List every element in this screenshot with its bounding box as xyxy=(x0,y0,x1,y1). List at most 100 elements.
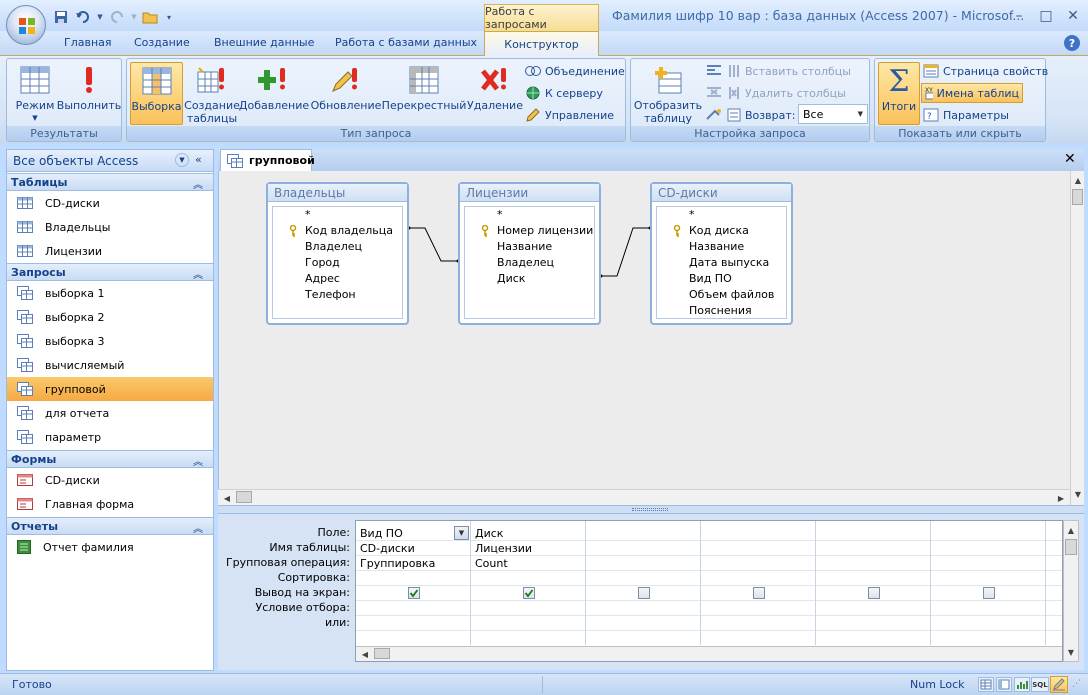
nav-item-report[interactable]: Отчет фамилия xyxy=(7,535,213,559)
field-key[interactable]: Код владельца xyxy=(273,223,402,239)
scroll-thumb[interactable] xyxy=(374,648,390,659)
insert-columns-button[interactable]: Вставить столбцы xyxy=(727,61,851,81)
table-box-owners[interactable]: Владельцы * Код владельца Владелец Город… xyxy=(266,182,409,325)
scroll-left-icon[interactable]: ◀ xyxy=(220,491,234,505)
nav-section-tables[interactable]: Таблицы ︽ xyxy=(7,173,213,191)
grid-table-cell[interactable]: Лицензии xyxy=(471,541,532,556)
nav-item-query[interactable]: параметр xyxy=(7,425,213,449)
pivot-table-icon[interactable] xyxy=(996,677,1012,692)
open-folder-icon[interactable] xyxy=(142,8,160,26)
nav-item-form-main[interactable]: Главная форма xyxy=(7,492,213,516)
nav-menu-dropdown-icon[interactable]: ▼ xyxy=(175,153,189,167)
grid-column[interactable] xyxy=(586,521,701,645)
nav-section-reports[interactable]: Отчеты ︽ xyxy=(7,517,213,535)
office-button[interactable] xyxy=(6,5,46,45)
union-query-button[interactable]: Объединение xyxy=(525,61,625,81)
property-sheet-button[interactable]: Страница свойств xyxy=(923,61,1048,81)
undo-icon[interactable] xyxy=(74,8,92,26)
make-table-button[interactable]: Создание таблицы xyxy=(184,62,240,125)
undo-dropdown-icon[interactable]: ▼ xyxy=(96,8,104,26)
run-button[interactable]: Выполнить xyxy=(57,62,121,112)
redo-icon[interactable] xyxy=(108,8,126,26)
field-all[interactable]: * xyxy=(273,207,402,223)
crosstab-query-button[interactable]: Перекрестный xyxy=(382,62,466,112)
totals-button[interactable]: Σ Итоги xyxy=(878,62,920,125)
redo-dropdown-icon[interactable]: ▼ xyxy=(130,8,138,26)
field[interactable]: Название xyxy=(465,239,594,255)
grid-column[interactable] xyxy=(816,521,931,645)
delete-query-button[interactable]: Удаление xyxy=(467,62,523,112)
field[interactable]: Адрес xyxy=(273,271,402,287)
show-checkbox[interactable] xyxy=(753,587,765,599)
field[interactable]: Дата выпуска xyxy=(657,255,786,271)
table-box-cd-disks[interactable]: CD-диски * Код диска Название Дата выпус… xyxy=(650,182,793,325)
nav-item-table-cd[interactable]: CD-диски xyxy=(7,191,213,215)
designer-horizontal-scrollbar[interactable]: ◀ ▶ xyxy=(218,489,1070,505)
nav-section-forms[interactable]: Формы ︽ xyxy=(7,450,213,468)
nav-item-query[interactable]: выборка 2 xyxy=(7,305,213,329)
scroll-thumb[interactable] xyxy=(1072,189,1083,205)
help-icon[interactable]: ? xyxy=(1064,35,1080,51)
grid-column[interactable] xyxy=(701,521,816,645)
field-key[interactable]: Номер лицензии xyxy=(465,223,594,239)
tab-design[interactable]: Конструктор xyxy=(484,31,599,56)
nav-item-query-selected[interactable]: групповой xyxy=(7,377,213,401)
qat-customize-icon[interactable]: ▾ xyxy=(164,8,174,26)
field[interactable]: Вид ПО xyxy=(657,271,786,287)
return-select[interactable]: Все ▼ xyxy=(798,104,868,124)
delete-columns-button[interactable]: Удалить столбцы xyxy=(727,83,846,103)
resize-grip-icon[interactable]: ⋰ xyxy=(1072,679,1082,691)
show-checkbox-checked[interactable] xyxy=(408,587,420,599)
datasheet-view-icon[interactable] xyxy=(978,677,994,692)
nav-item-query[interactable]: выборка 3 xyxy=(7,329,213,353)
grid-total-cell[interactable]: Count xyxy=(471,556,508,571)
data-definition-button[interactable]: Управление xyxy=(525,105,614,125)
tab-external-data[interactable]: Внешние данные xyxy=(214,36,314,54)
scroll-right-icon[interactable]: ▶ xyxy=(1054,491,1068,505)
nav-item-table-licenses[interactable]: Лицензии xyxy=(7,239,213,263)
nav-header[interactable]: Все объекты Access ▼ « xyxy=(7,150,213,172)
update-query-button[interactable]: Обновление xyxy=(311,62,381,112)
builder-icon[interactable] xyxy=(705,107,723,121)
tab-home[interactable]: Главная xyxy=(64,36,112,54)
show-checkbox[interactable] xyxy=(638,587,650,599)
scroll-up-icon[interactable]: ▲ xyxy=(1064,523,1078,537)
insert-rows-icon[interactable] xyxy=(705,63,723,77)
nav-item-query[interactable]: выборка 1 xyxy=(7,281,213,305)
sql-view-button[interactable]: SQL xyxy=(1031,677,1049,692)
nav-item-form-cd[interactable]: CD-диски xyxy=(7,468,213,492)
nav-item-query[interactable]: для отчета xyxy=(7,401,213,425)
scroll-down-icon[interactable]: ▼ xyxy=(1064,645,1078,659)
grid-table-cell[interactable]: CD-диски xyxy=(356,541,415,556)
field-all[interactable]: * xyxy=(657,207,786,223)
field[interactable]: Владелец xyxy=(465,255,594,271)
field[interactable]: Название xyxy=(657,239,786,255)
show-table-button[interactable]: Отобразить таблицу xyxy=(633,62,703,125)
field-key[interactable]: Код диска xyxy=(657,223,786,239)
field[interactable]: Пояснения xyxy=(657,303,786,319)
select-query-button[interactable]: Выборка xyxy=(130,62,183,125)
table-box-title[interactable]: Лицензии xyxy=(460,184,599,202)
show-checkbox[interactable] xyxy=(983,587,995,599)
grid-vertical-scrollbar[interactable]: ▲ ▼ xyxy=(1063,520,1079,662)
nav-item-query[interactable]: вычисляемый xyxy=(7,353,213,377)
field[interactable]: Владелец xyxy=(273,239,402,255)
scroll-left-icon[interactable]: ◀ xyxy=(358,647,372,661)
query-design-grid[interactable]: Вид ПО ▼ CD-диски Группировка Диск Лицен… xyxy=(355,520,1063,662)
close-document-icon[interactable]: ✕ xyxy=(1064,151,1076,167)
minimize-button[interactable]: – xyxy=(1006,6,1032,26)
scroll-thumb[interactable] xyxy=(236,491,252,503)
table-box-title[interactable]: CD-диски xyxy=(652,184,791,202)
grid-column[interactable] xyxy=(931,521,1046,645)
show-checkbox-checked[interactable] xyxy=(523,587,535,599)
document-tab[interactable]: групповой xyxy=(220,149,315,171)
pivot-chart-icon[interactable] xyxy=(1014,677,1030,692)
scroll-down-icon[interactable]: ▼ xyxy=(1071,487,1085,501)
append-query-button[interactable]: Добавление xyxy=(239,62,309,112)
table-box-licenses[interactable]: Лицензии * Номер лицензии Название Владе… xyxy=(458,182,601,325)
table-names-button[interactable]: XYZ Имена таблиц xyxy=(921,83,1023,103)
show-checkbox[interactable] xyxy=(868,587,880,599)
maximize-button[interactable]: □ xyxy=(1033,6,1059,26)
pass-through-button[interactable]: К серверу xyxy=(525,83,603,103)
parameters-button[interactable]: ? Параметры xyxy=(923,105,1009,125)
